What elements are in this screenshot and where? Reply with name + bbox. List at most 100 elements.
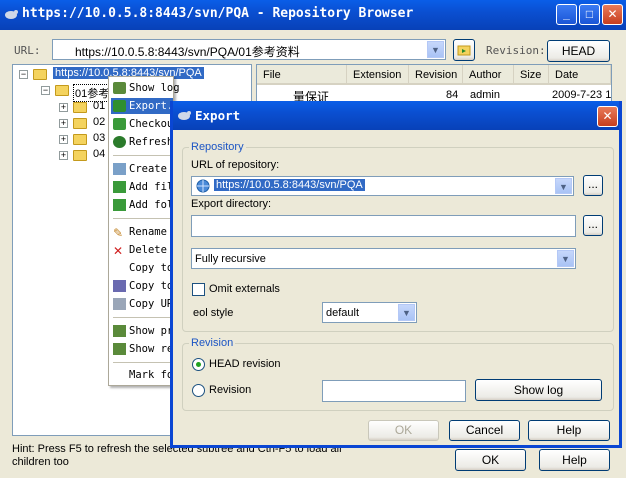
menu-show-properties[interactable]: Show pr — [129, 325, 173, 337]
folder-icon — [55, 85, 69, 96]
chevron-down-icon[interactable]: ▼ — [427, 41, 444, 58]
chevron-down-icon[interactable]: ▼ — [557, 250, 574, 267]
chevron-down-icon[interactable]: ▼ — [398, 304, 415, 321]
expand-icon[interactable]: + — [59, 151, 68, 160]
context-menu: Show log Export... Checkout Refresh Crea… — [108, 76, 186, 386]
expand-icon[interactable]: + — [59, 119, 68, 128]
menu-create-folder[interactable]: Create — [129, 163, 167, 175]
folder-icon — [73, 118, 87, 129]
dialog-title: Export — [195, 108, 241, 123]
folder-icon — [33, 69, 47, 80]
depth-value: Fully recursive — [195, 253, 266, 265]
browse-directory-button[interactable]: ... — [583, 215, 603, 236]
browse-url-button[interactable]: ... — [583, 175, 603, 196]
column-extension[interactable]: Extension — [347, 65, 409, 85]
export-icon — [113, 100, 126, 112]
url-label: URL: — [14, 44, 41, 57]
row-date: 2009-7-23 1 — [552, 89, 612, 101]
tortoise-icon — [5, 10, 18, 19]
menu-separator — [113, 218, 171, 219]
repository-group-label: Repository — [189, 141, 246, 153]
delete-icon: ✕ — [113, 244, 124, 258]
export-directory-label: Export directory: — [191, 198, 272, 210]
url-value: https://10.0.5.8:8443/svn/PQA/01参考资料 — [75, 45, 300, 59]
eol-style-select[interactable]: default ▼ — [322, 302, 417, 323]
column-date[interactable]: Date — [549, 65, 611, 85]
menu-copy-url[interactable]: Copy UR — [129, 298, 173, 310]
head-revision-label: HEAD revision — [209, 358, 281, 370]
folder-icon — [73, 134, 87, 145]
menu-show-revision-graph[interactable]: Show re — [129, 343, 173, 355]
head-revision-radio[interactable] — [192, 358, 205, 371]
minimize-button[interactable]: _ — [556, 4, 577, 25]
menu-add-file[interactable]: Add fil — [129, 181, 173, 193]
revision-radio[interactable] — [192, 384, 205, 397]
dialog-title-bar: Export ✕ — [173, 101, 619, 130]
title-bar: https://10.0.5.8:8443/svn/PQA - Reposito… — [0, 0, 626, 30]
repository-url-value: https://10.0.5.8:8443/svn/PQA — [214, 179, 365, 191]
repository-url-combo[interactable]: https://10.0.5.8:8443/svn/PQA ▼ — [191, 176, 574, 196]
show-log-button[interactable]: Show log — [475, 379, 602, 401]
column-author[interactable]: Author — [463, 65, 514, 85]
menu-separator — [113, 317, 171, 318]
main-help-button[interactable]: Help — [539, 449, 610, 471]
properties-icon — [113, 325, 126, 337]
tree-item[interactable]: 01 — [93, 100, 105, 112]
tree-item[interactable]: 02 — [93, 116, 105, 128]
head-button[interactable]: HEAD — [547, 40, 610, 62]
add-folder-icon — [113, 199, 126, 211]
menu-add-folder[interactable]: Add fol — [129, 199, 173, 211]
revision-input[interactable] — [322, 380, 466, 402]
collapse-icon[interactable]: − — [19, 70, 28, 79]
menu-separator — [113, 362, 171, 363]
window-title: https://10.0.5.8:8443/svn/PQA - Reposito… — [22, 6, 414, 21]
collapse-icon[interactable]: − — [41, 86, 50, 95]
copy-icon — [113, 280, 126, 292]
dialog-help-button[interactable]: Help — [528, 420, 610, 441]
refresh-icon — [113, 136, 126, 148]
menu-mark-for-compare[interactable]: Mark fo — [129, 369, 173, 381]
dialog-ok-button[interactable]: OK — [368, 420, 439, 441]
tortoise-icon — [178, 111, 191, 120]
folder-icon — [73, 150, 87, 161]
url-combo[interactable]: https://10.0.5.8:8443/svn/PQA/01参考资料 ▼ — [52, 39, 446, 60]
export-directory-input[interactable] — [191, 215, 576, 237]
chevron-down-icon[interactable]: ▼ — [555, 178, 572, 194]
go-button[interactable] — [453, 39, 475, 61]
url-of-repository-label: URL of repository: — [191, 159, 280, 171]
eol-style-value: default — [326, 307, 360, 319]
dialog-cancel-button[interactable]: Cancel — [449, 420, 520, 441]
column-revision[interactable]: Revision — [409, 65, 463, 85]
revision-label: Revision — [209, 384, 252, 396]
tree-item[interactable]: 03 — [93, 132, 105, 144]
dialog-close-button[interactable]: ✕ — [597, 106, 618, 127]
menu-rename[interactable]: Rename — [129, 226, 167, 238]
copy-url-icon — [113, 298, 126, 310]
tree-item[interactable]: 04 — [93, 148, 105, 160]
row-revision: 84 — [446, 89, 459, 101]
revision-label: Revision: — [486, 44, 546, 57]
omit-externals-label: Omit externals — [209, 283, 280, 295]
close-button[interactable]: ✕ — [602, 4, 623, 25]
create-folder-icon — [113, 163, 126, 175]
pencil-icon: ✎ — [113, 226, 124, 240]
main-ok-button[interactable]: OK — [455, 449, 526, 471]
omit-externals-checkbox[interactable] — [192, 283, 205, 296]
expand-icon[interactable]: + — [59, 135, 68, 144]
export-dialog: Export ✕ Repository URL of repository: h… — [170, 101, 622, 448]
column-file[interactable]: File — [257, 65, 347, 85]
add-file-icon — [113, 181, 126, 193]
row-author: admin — [470, 89, 500, 101]
depth-select[interactable]: Fully recursive ▼ — [191, 248, 576, 269]
menu-refresh[interactable]: Refresh — [129, 136, 173, 148]
checkout-icon — [113, 118, 126, 130]
maximize-button[interactable]: □ — [579, 4, 600, 25]
expand-icon[interactable]: + — [59, 103, 68, 112]
column-size[interactable]: Size — [514, 65, 549, 85]
menu-delete[interactable]: Delete — [129, 244, 167, 256]
menu-show-log[interactable]: Show log — [129, 82, 180, 94]
menu-copy-to[interactable]: Copy to — [129, 280, 173, 292]
revision-graph-icon — [113, 343, 126, 355]
folder-icon — [73, 102, 87, 113]
menu-copy-to-wc[interactable]: Copy to — [129, 262, 173, 274]
